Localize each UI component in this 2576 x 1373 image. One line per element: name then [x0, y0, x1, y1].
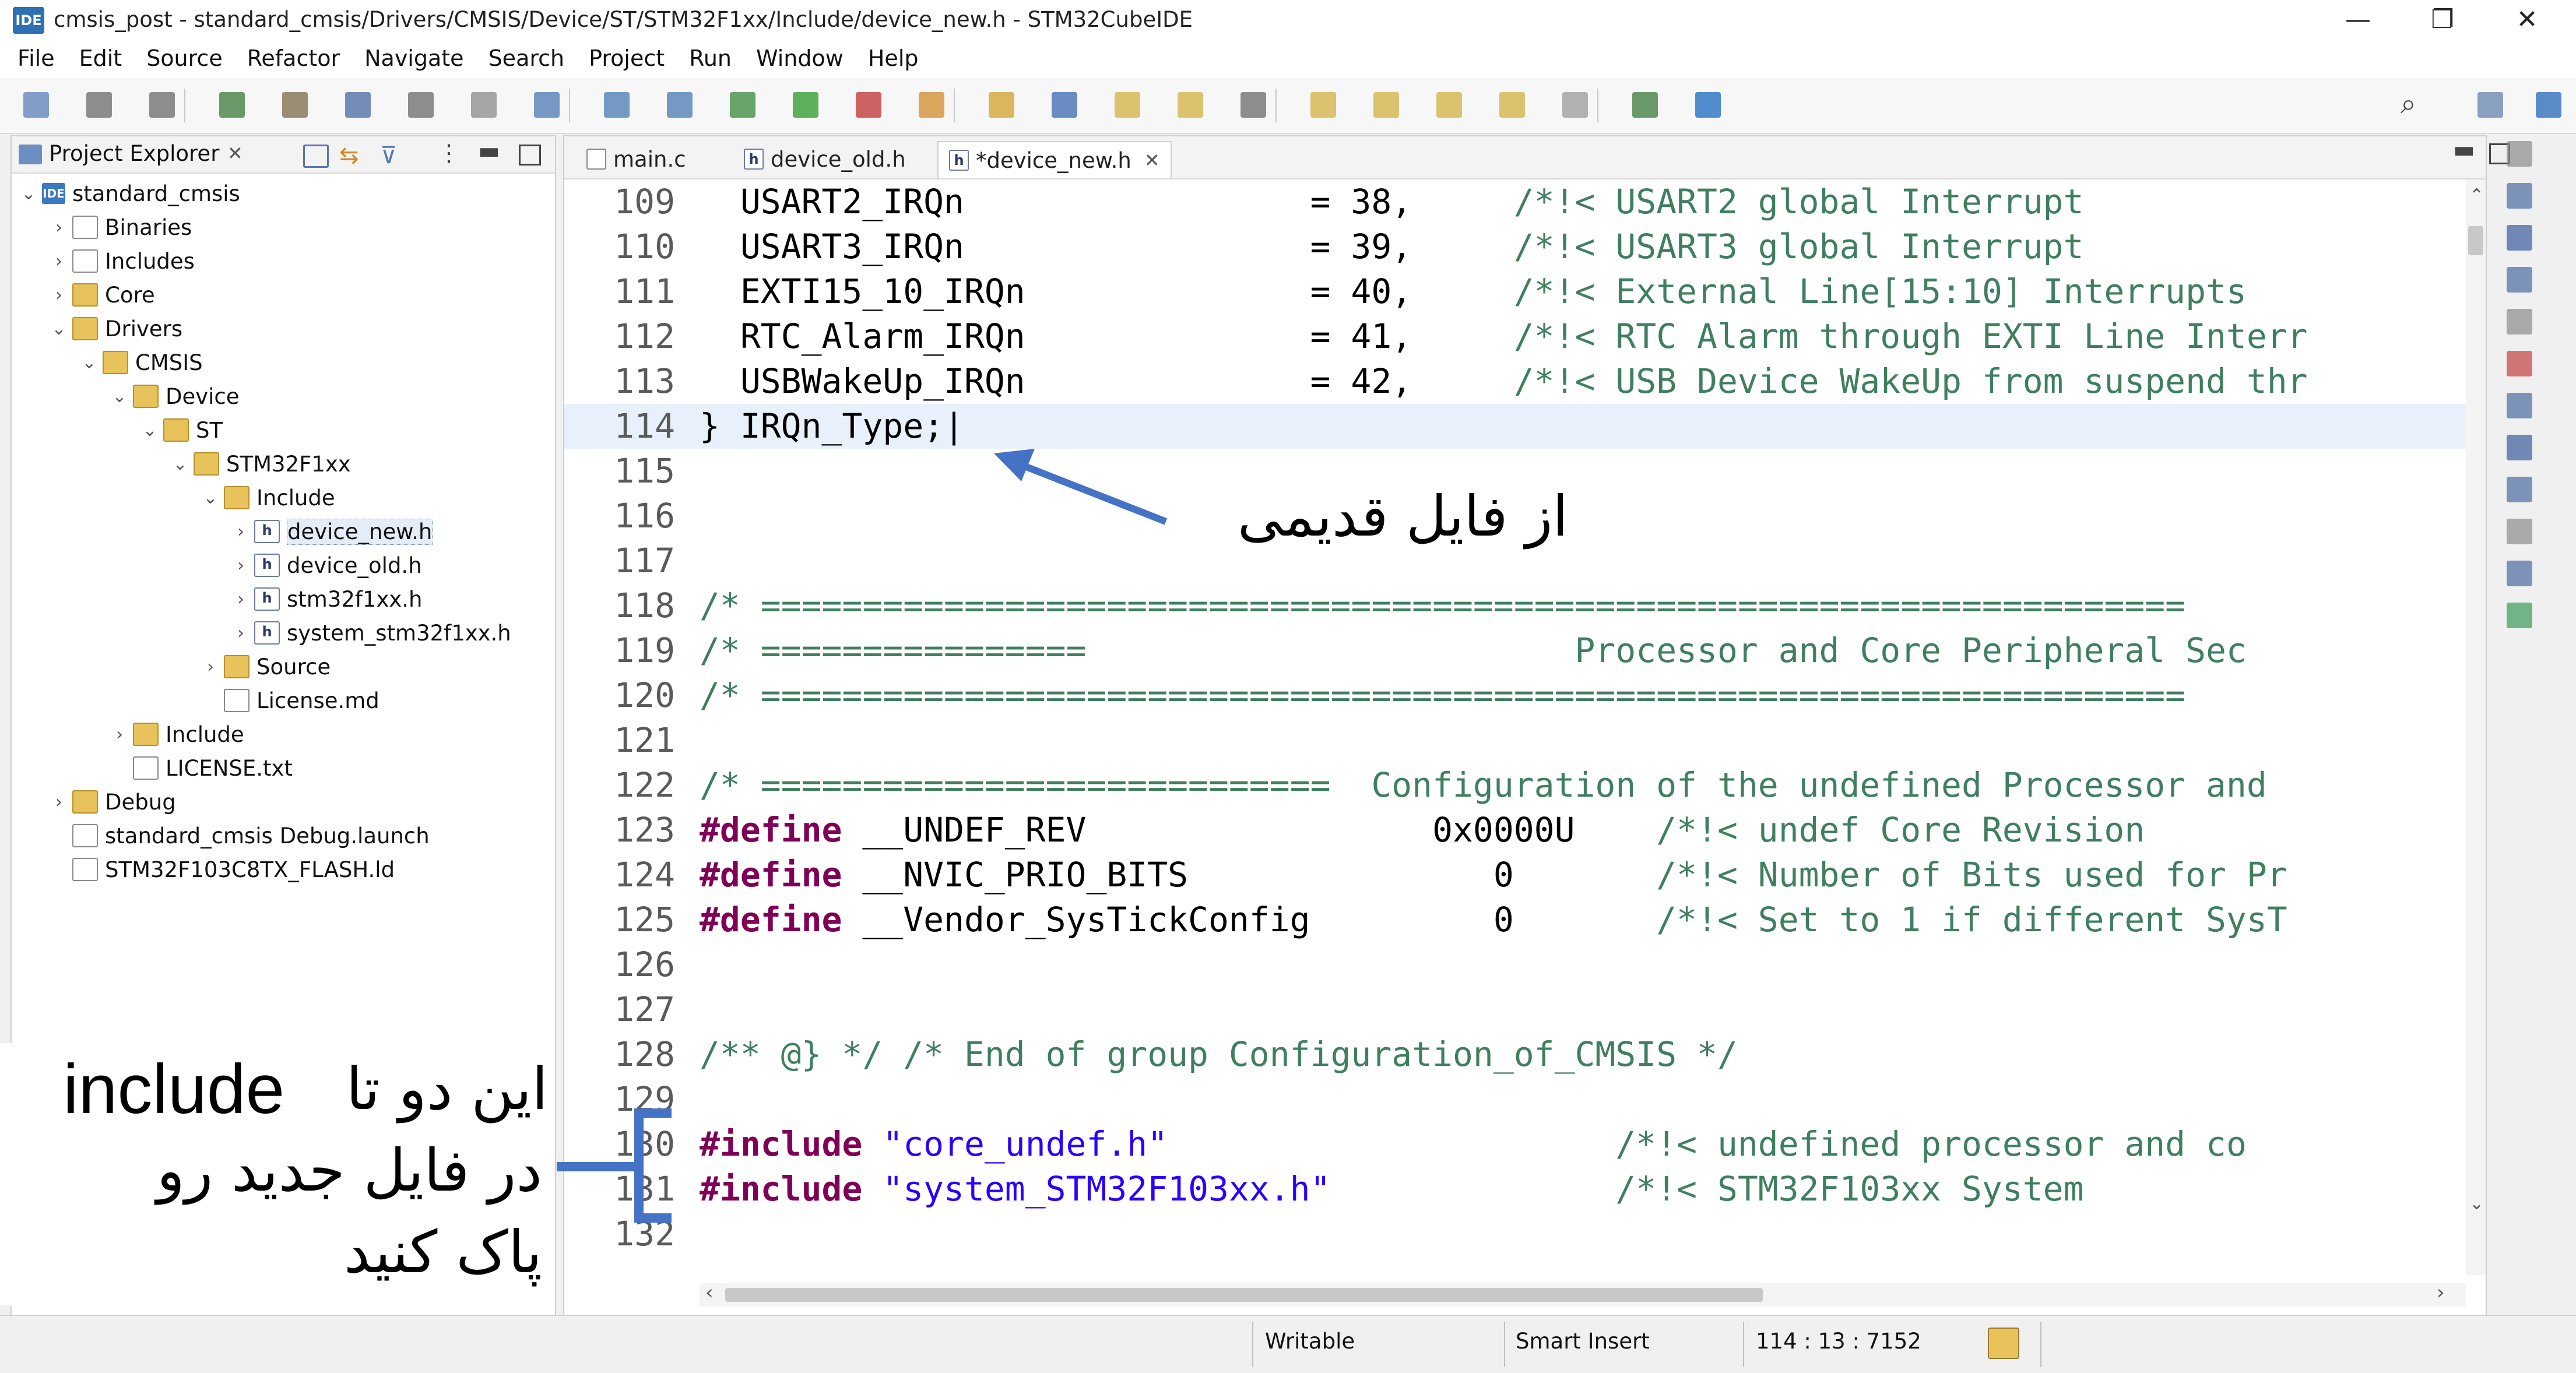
bracket-include-lines [557, 1108, 672, 1223]
arrow-to-line-114 [994, 449, 1168, 525]
old-file-label: از فایل قدیمی [1237, 484, 1568, 549]
note-line2: در فایل جدید رو [156, 1136, 542, 1205]
bracket-shape [634, 1108, 672, 1223]
note-box: include این دو تا در فایل جدید رو پاک کن… [0, 1043, 554, 1305]
note-line1: این دو تا [346, 1055, 548, 1123]
note-include-word: include [63, 1050, 285, 1128]
note-line3: پاک کنید [343, 1218, 542, 1286]
arrow-shaft [1015, 460, 1168, 525]
